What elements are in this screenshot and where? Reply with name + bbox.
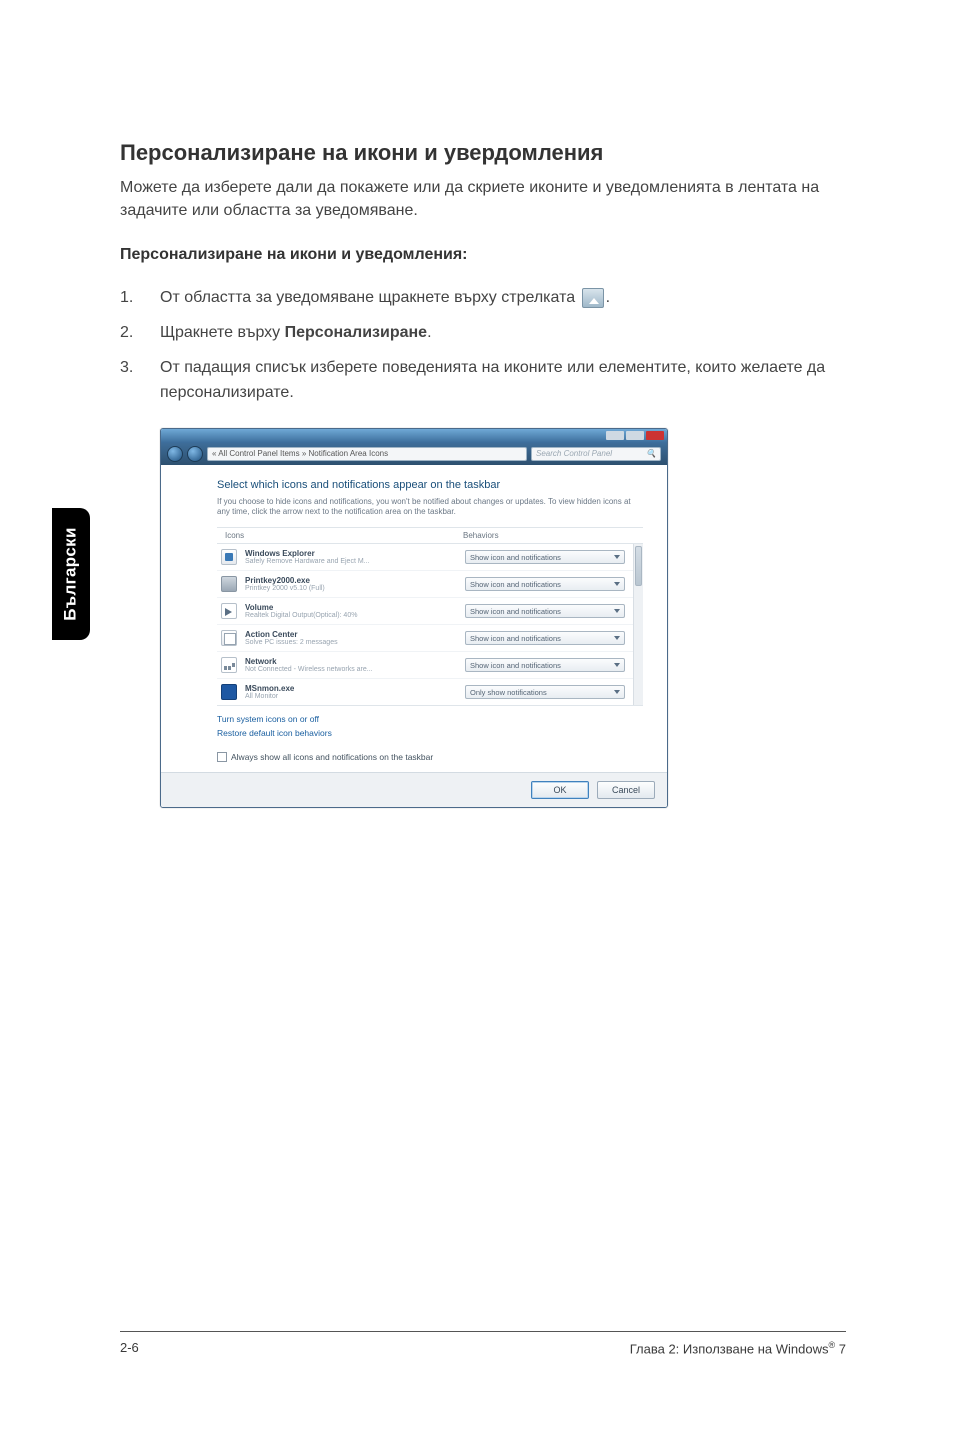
item-subtext: Printkey 2000 v5.10 (Full) xyxy=(245,585,465,592)
address-bar: « All Control Panel Items » Notification… xyxy=(161,443,667,465)
item-name: Volume xyxy=(245,603,465,612)
window-content: Select which icons and notifications app… xyxy=(161,465,667,773)
steps-list: 1. От областта за уведомяване щракнете в… xyxy=(120,286,834,405)
nav-back-button[interactable] xyxy=(167,446,183,462)
list-item: Printkey2000.exe Printkey 2000 v5.10 (Fu… xyxy=(217,571,633,598)
maximize-button[interactable] xyxy=(626,431,644,440)
always-show-checkbox-row[interactable]: Always show all icons and notifications … xyxy=(217,752,643,762)
footer-chapter: Глава 2: Използване на Windows® 7 xyxy=(630,1340,846,1356)
link-turn-system-icons[interactable]: Turn system icons on or off xyxy=(217,714,643,724)
action-center-icon xyxy=(221,630,237,646)
link-restore-defaults[interactable]: Restore default icon behaviors xyxy=(217,728,643,738)
column-behaviors: Behaviors xyxy=(463,531,643,540)
nav-forward-button[interactable] xyxy=(187,446,203,462)
language-tab-label: Български xyxy=(61,527,81,620)
step-number: 3. xyxy=(120,356,140,406)
item-subtext: Solve PC issues: 2 messages xyxy=(245,639,465,646)
list-item: Action Center Solve PC issues: 2 message… xyxy=(217,625,633,652)
behavior-dropdown[interactable]: Show icon and notifications xyxy=(465,577,625,591)
volume-icon xyxy=(221,603,237,619)
item-name: Windows Explorer xyxy=(245,549,465,558)
search-icon: 🔍 xyxy=(646,449,656,458)
language-tab: Български xyxy=(52,508,90,640)
list-item: Volume Realtek Digital Output(Optical): … xyxy=(217,598,633,625)
list-header: Icons Behaviors xyxy=(217,527,643,544)
behavior-dropdown[interactable]: Show icon and notifications xyxy=(465,550,625,564)
behavior-dropdown[interactable]: Only show notifications xyxy=(465,685,625,699)
item-name: Action Center xyxy=(245,630,465,639)
button-bar: OK Cancel xyxy=(161,772,667,807)
page-footer: 2-6 Глава 2: Използване на Windows® 7 xyxy=(120,1331,846,1356)
windows-explorer-icon xyxy=(221,549,237,565)
item-subtext: All Monitor xyxy=(245,693,465,700)
item-name: Network xyxy=(245,657,465,666)
search-input[interactable]: Search Control Panel 🔍 xyxy=(531,447,661,461)
behavior-dropdown[interactable]: Show icon and notifications xyxy=(465,604,625,618)
sub-heading: Персонализиране на икони и уведомления: xyxy=(120,246,834,264)
footer-page-number: 2-6 xyxy=(120,1340,139,1356)
step-1: 1. От областта за уведомяване щракнете в… xyxy=(120,286,834,311)
printer-icon xyxy=(221,576,237,592)
step-number: 2. xyxy=(120,321,140,346)
scrollbar[interactable] xyxy=(633,544,643,705)
step-3-text: От падащия списък изберете поведенията н… xyxy=(160,356,834,406)
minimize-button[interactable] xyxy=(606,431,624,440)
step-1-text-pre: От областта за уведомяване щракнете върх… xyxy=(160,289,580,306)
list-item: Windows Explorer Safely Remove Hardware … xyxy=(217,544,633,571)
step-number: 1. xyxy=(120,286,140,311)
ok-button[interactable]: OK xyxy=(531,781,589,799)
step-3: 3. От падащия списък изберете поведеният… xyxy=(120,356,834,406)
close-button[interactable] xyxy=(646,431,664,440)
item-name: MSnmon.exe xyxy=(245,684,465,693)
item-subtext: Not Connected - Wireless networks are... xyxy=(245,666,465,673)
content-description: If you choose to hide icons and notifica… xyxy=(217,497,643,518)
step-2: 2. Щракнете върху Персонализиране. xyxy=(120,321,834,346)
step-2-text-pre: Щракнете върху xyxy=(160,324,285,341)
behavior-dropdown[interactable]: Show icon and notifications xyxy=(465,658,625,672)
step-1-text-post: . xyxy=(606,289,610,306)
step-2-text-post: . xyxy=(427,324,431,341)
links-area: Turn system icons on or off Restore defa… xyxy=(217,706,643,746)
checkbox-label: Always show all icons and notifications … xyxy=(231,752,433,762)
intro-paragraph: Можете да изберете дали да покажете или … xyxy=(120,176,834,222)
search-placeholder: Search Control Panel xyxy=(536,449,612,458)
column-icons: Icons xyxy=(217,531,463,540)
item-subtext: Safely Remove Hardware and Eject M... xyxy=(245,558,465,565)
cancel-button[interactable]: Cancel xyxy=(597,781,655,799)
window-titlebar xyxy=(161,429,667,443)
screenshot-window: « All Control Panel Items » Notification… xyxy=(160,428,668,809)
list-item: MSnmon.exe All Monitor Only show notific… xyxy=(217,679,633,705)
network-icon xyxy=(221,657,237,673)
list-item: Network Not Connected - Wireless network… xyxy=(217,652,633,679)
item-subtext: Realtek Digital Output(Optical): 40% xyxy=(245,612,465,619)
item-name: Printkey2000.exe xyxy=(245,576,465,585)
content-title: Select which icons and notifications app… xyxy=(217,479,643,491)
chevron-up-icon xyxy=(582,288,604,308)
behavior-dropdown[interactable]: Show icon and notifications xyxy=(465,631,625,645)
icon-list: Windows Explorer Safely Remove Hardware … xyxy=(217,544,643,706)
shield-icon xyxy=(221,684,237,700)
checkbox-icon[interactable] xyxy=(217,752,227,762)
step-2-bold: Персонализиране xyxy=(285,324,427,341)
breadcrumb[interactable]: « All Control Panel Items » Notification… xyxy=(207,447,527,461)
page-heading: Персонализиране на икони и увердомления xyxy=(120,140,834,166)
